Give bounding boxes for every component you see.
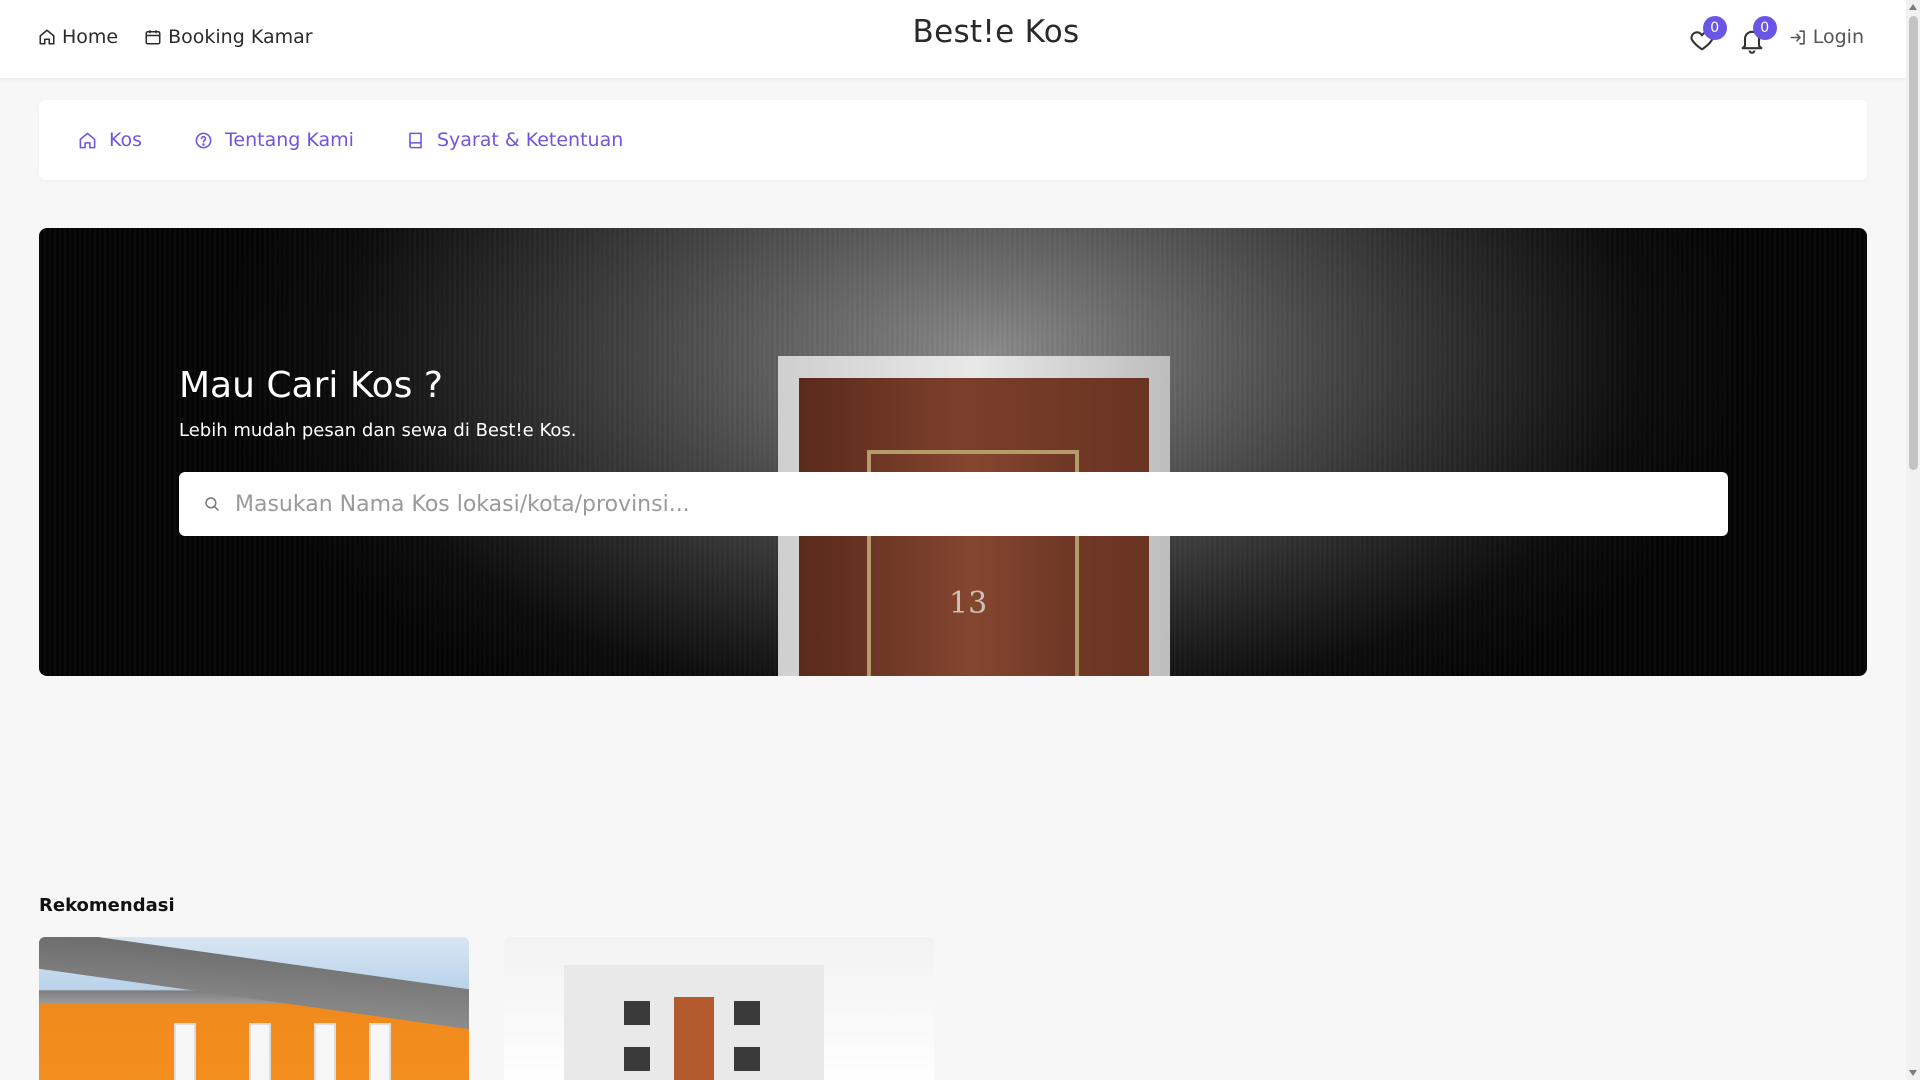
hero-title: Mau Cari Kos ?	[179, 365, 443, 406]
recommendations-title: Rekomendasi	[39, 895, 175, 916]
notification-button[interactable]: 0	[1737, 16, 1777, 54]
calendar-icon	[145, 30, 161, 45]
search-icon	[205, 497, 219, 511]
wishlist-button[interactable]: 0	[1687, 16, 1727, 54]
top-actions: 0 0 Login	[1687, 16, 1864, 54]
login-button[interactable]: Login	[1789, 26, 1864, 48]
card-image-roof	[39, 937, 469, 1030]
card-image-window	[624, 1001, 650, 1025]
home-icon	[79, 132, 96, 148]
scroll-up-arrow-icon[interactable]	[1909, 4, 1917, 10]
page-scrollbar[interactable]	[1906, 0, 1920, 1080]
category-nav: Kos Tentang Kami Syarat & Ketentuan	[39, 100, 1867, 180]
scrollbar-thumb[interactable]	[1909, 16, 1918, 470]
login-icon	[1790, 29, 1805, 45]
card-image-window	[734, 1047, 760, 1071]
brand-logo-text[interactable]: Best!e Kos	[913, 14, 1080, 50]
search-input[interactable]	[235, 491, 1728, 517]
subnav-item-label: Syarat & Ketentuan	[436, 129, 624, 151]
hero-door-number: 13	[949, 586, 988, 621]
subnav-item-tentang-kami[interactable]: Tentang Kami	[194, 129, 354, 151]
nav-booking-link[interactable]: Booking Kamar	[144, 26, 313, 48]
nav-home-link[interactable]: Home	[38, 26, 118, 48]
subnav-item-label: Kos	[109, 129, 143, 151]
wishlist-count-badge: 0	[1702, 16, 1727, 40]
scroll-down-arrow-icon[interactable]	[1909, 1070, 1917, 1076]
top-nav: Home Booking Kamar	[38, 26, 313, 48]
card-image-door	[314, 1023, 336, 1080]
card-image-door	[174, 1023, 196, 1080]
subnav-item-kos[interactable]: Kos	[78, 129, 142, 151]
recommendation-card[interactable]	[504, 937, 934, 1080]
recommendation-card[interactable]	[39, 937, 469, 1080]
card-image-window	[624, 1047, 650, 1071]
hero-subtitle: Lebih mudah pesan dan sewa di Best!e Kos…	[179, 420, 577, 441]
search-bar	[179, 472, 1728, 536]
home-icon	[39, 29, 55, 45]
notification-count-badge: 0	[1752, 16, 1777, 40]
subnav-item-syarat[interactable]: Syarat & Ketentuan	[406, 129, 623, 151]
book-icon	[409, 132, 422, 148]
hero-banner: 13 Mau Cari Kos ? Lebih mudah pesan dan …	[39, 228, 1867, 676]
card-image-door	[369, 1023, 391, 1080]
card-image-brick-column	[674, 997, 714, 1080]
card-image-door	[249, 1023, 271, 1080]
nav-booking-label: Booking Kamar	[168, 26, 313, 48]
top-navbar: Home Booking Kamar Best!e Kos 0 0 Login	[0, 0, 1906, 78]
card-image-window	[734, 1001, 760, 1025]
help-circle-icon	[195, 132, 212, 148]
login-label: Login	[1812, 26, 1864, 48]
subnav-item-label: Tentang Kami	[225, 129, 354, 151]
nav-home-label: Home	[62, 26, 119, 48]
